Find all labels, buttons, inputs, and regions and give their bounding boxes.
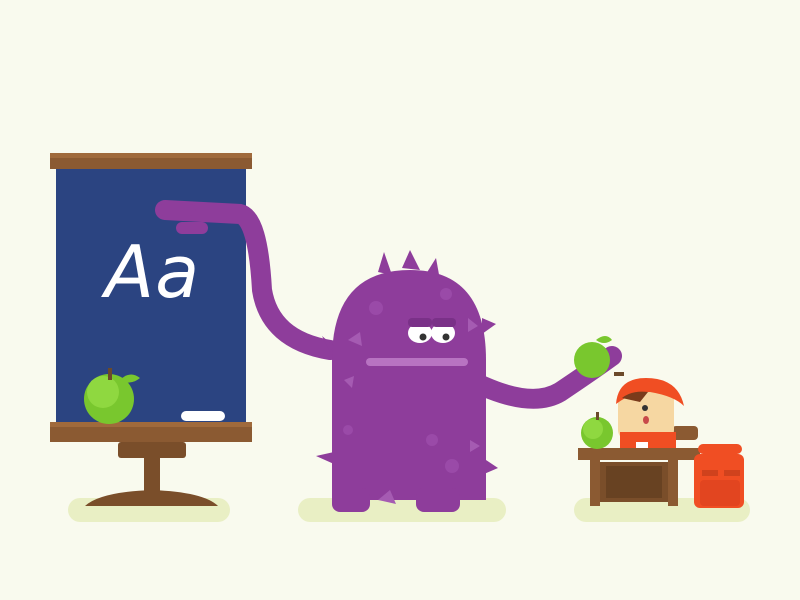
child-icon xyxy=(616,378,684,448)
apple-icon xyxy=(581,412,613,449)
classroom-scene xyxy=(50,153,750,522)
chalk-icon xyxy=(181,411,225,421)
backpack-icon xyxy=(694,444,744,508)
